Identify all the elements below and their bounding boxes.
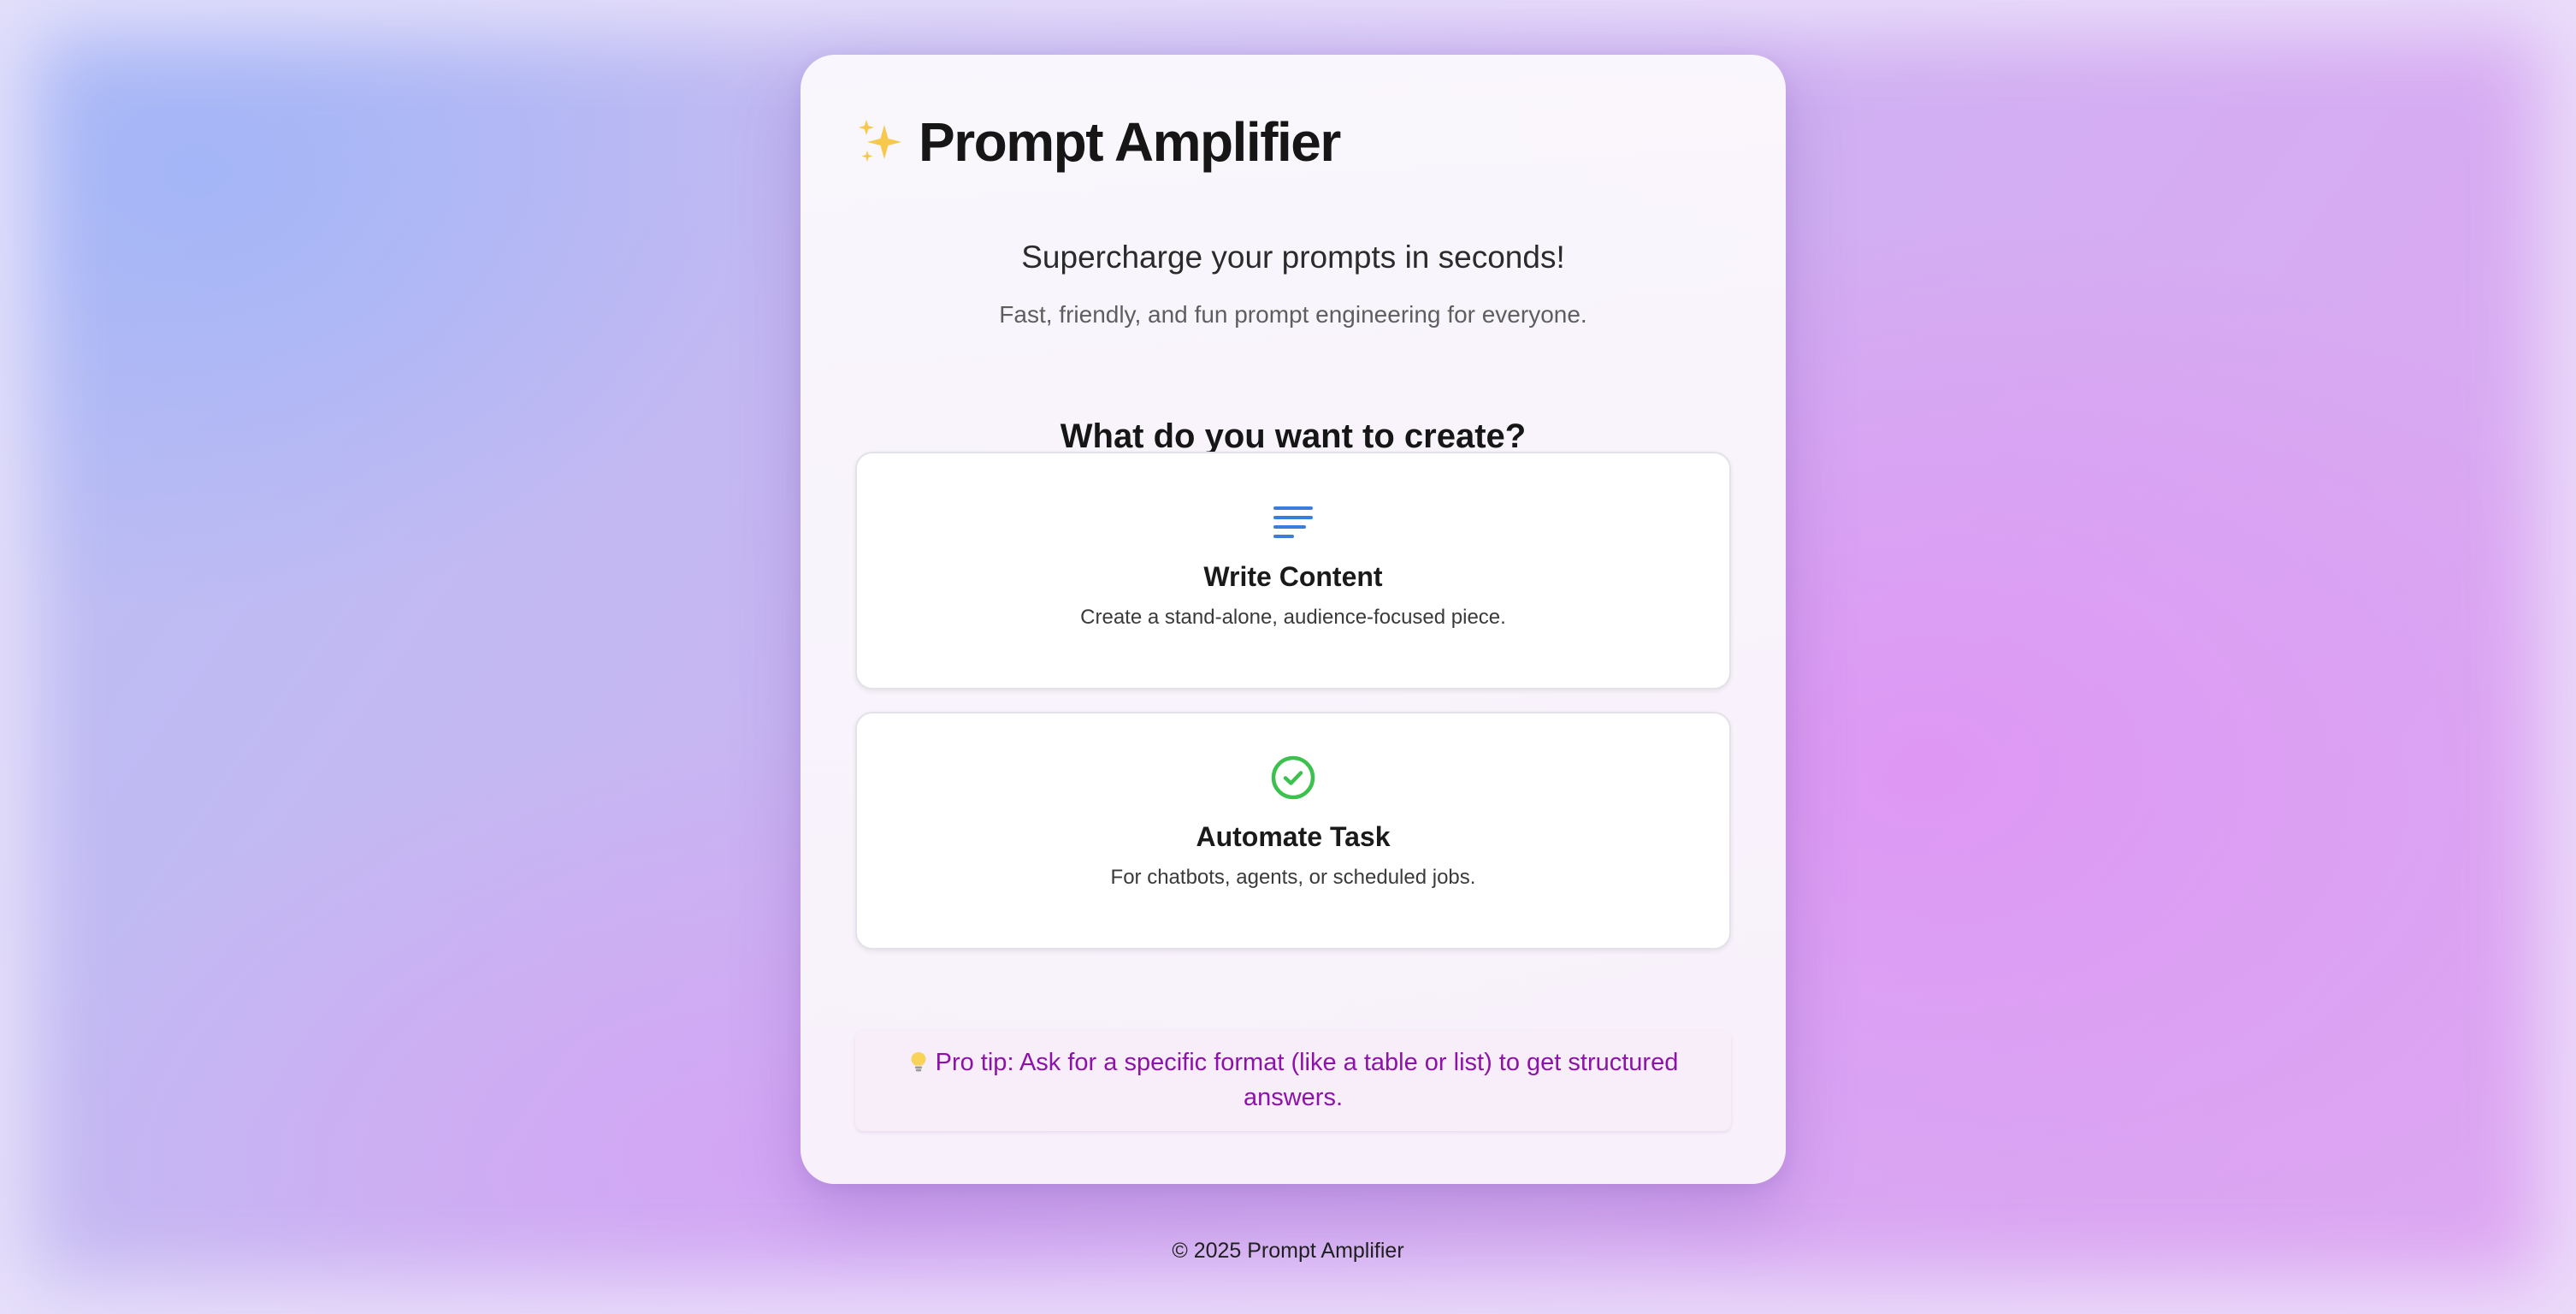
subtitle: Supercharge your prompts in seconds! bbox=[1021, 240, 1565, 275]
automate-task-title: Automate Task bbox=[1196, 821, 1391, 852]
pro-tip-text: Pro tip: Ask for a specific format (like… bbox=[935, 1049, 1679, 1111]
write-content-description: Create a stand-alone, audience-focused p… bbox=[1080, 606, 1506, 629]
pro-tip-box: Pro tip: Ask for a specific format (like… bbox=[855, 1030, 1731, 1131]
tagline: Fast, friendly, and fun prompt engineeri… bbox=[999, 301, 1587, 328]
text-lines-icon bbox=[1273, 506, 1313, 538]
main-card: Prompt Amplifier Supercharge your prompt… bbox=[801, 55, 1786, 1184]
sparkles-icon bbox=[859, 120, 901, 162]
automate-task-description: For chatbots, agents, or scheduled jobs. bbox=[1110, 866, 1476, 889]
section-question: What do you want to create? bbox=[1060, 417, 1527, 455]
check-circle-icon bbox=[1271, 755, 1315, 800]
pro-tip: Pro tip: Ask for a specific format (like… bbox=[907, 1045, 1680, 1116]
automate-task-option[interactable]: Automate Task For chatbots, agents, or s… bbox=[855, 712, 1731, 950]
footer-copyright: © 2025 Prompt Amplifier bbox=[1172, 1239, 1404, 1263]
write-content-option[interactable]: Write Content Create a stand-alone, audi… bbox=[855, 452, 1731, 690]
lightbulb-icon bbox=[911, 1052, 926, 1072]
app-title: Prompt Amplifier bbox=[919, 111, 1341, 173]
write-content-title: Write Content bbox=[1203, 561, 1383, 592]
header: Prompt Amplifier bbox=[855, 108, 1341, 176]
